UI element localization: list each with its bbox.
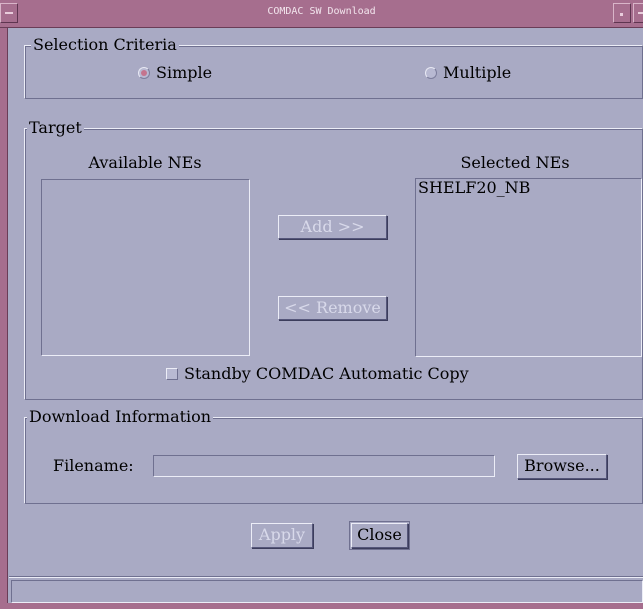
filename-label: Filename: — [53, 456, 134, 475]
window-frame-bottom — [0, 603, 643, 609]
window-title: COMDAC SW Download — [267, 6, 376, 17]
status-bar — [11, 580, 643, 603]
browse-button[interactable]: Browse... — [517, 454, 607, 479]
radio-simple-indicator[interactable] — [138, 66, 150, 79]
dialog-content: Selection Criteria Simple Multiple Targe… — [9, 29, 643, 578]
list-item[interactable]: SHELF20_NB — [416, 179, 641, 197]
selection-criteria-legend: Selection Criteria — [31, 35, 179, 54]
status-separator — [9, 576, 643, 578]
title-bar[interactable]: COMDAC SW Download — [0, 0, 643, 28]
radio-multiple[interactable]: Multiple — [425, 63, 511, 82]
close-button[interactable]: Close — [349, 521, 410, 550]
maximize-icon — [638, 12, 643, 14]
target-group: Target Available NEs Selected NEs SHELF2… — [24, 119, 643, 400]
download-information-legend: Download Information — [27, 407, 214, 426]
maximize-button[interactable] — [633, 3, 643, 23]
target-legend: Target — [27, 118, 84, 137]
radio-multiple-indicator[interactable] — [425, 66, 437, 79]
selected-nes-label: Selected NEs — [460, 153, 570, 172]
radio-multiple-label: Multiple — [443, 63, 512, 82]
available-nes-label: Available NEs — [88, 153, 202, 172]
remove-button[interactable]: << Remove — [278, 296, 387, 320]
standby-copy-checkbox[interactable] — [166, 367, 178, 380]
window-frame-left — [0, 28, 8, 609]
download-information-group: Download Information Filename: Browse... — [24, 408, 643, 504]
filename-input[interactable] — [153, 455, 495, 477]
standby-copy-label: Standby COMDAC Automatic Copy — [184, 364, 469, 383]
download-dialog: COMDAC SW Download Selection Criteria Si… — [0, 0, 643, 609]
available-nes-list[interactable] — [41, 179, 250, 356]
standby-copy-checkbox-row[interactable]: Standby COMDAC Automatic Copy — [166, 364, 469, 383]
radio-simple[interactable]: Simple — [138, 63, 212, 82]
minimize-button[interactable] — [613, 3, 631, 23]
add-button[interactable]: Add >> — [278, 215, 387, 239]
minimize-icon — [620, 13, 623, 16]
selection-criteria-group: Selection Criteria Simple Multiple — [24, 36, 643, 99]
selected-nes-list[interactable]: SHELF20_NB — [415, 178, 642, 357]
apply-button[interactable]: Apply — [251, 523, 313, 548]
radio-simple-label: Simple — [156, 63, 213, 82]
